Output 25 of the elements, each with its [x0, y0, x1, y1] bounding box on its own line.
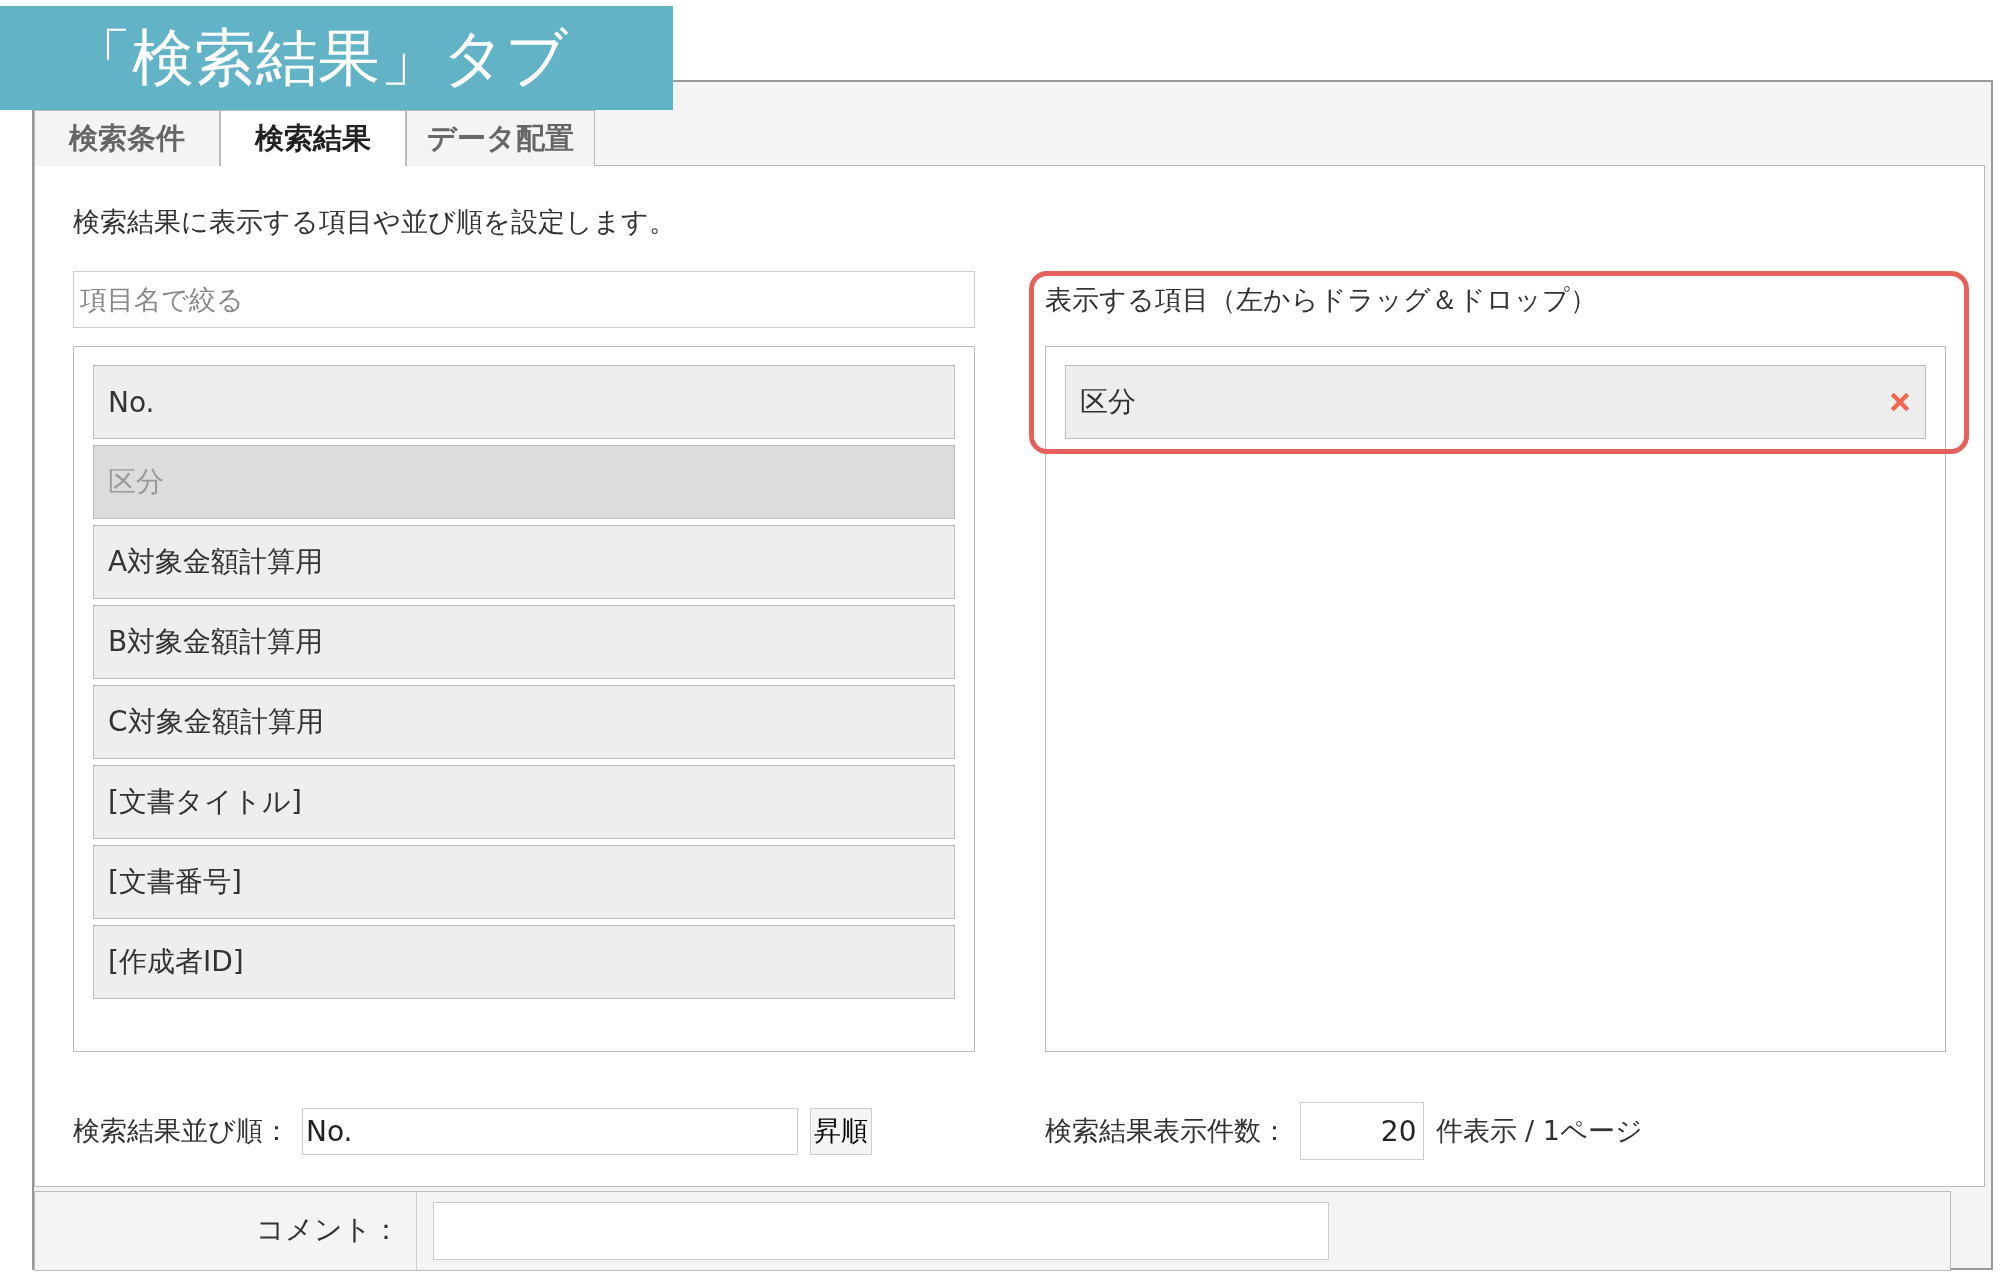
page-size-suffix: 件表示 / 1ページ — [1435, 1114, 1643, 1148]
sort-label: 検索結果並び順： — [73, 1114, 290, 1148]
sort-order-button[interactable]: 昇順 — [810, 1107, 872, 1155]
list-item[interactable]: [作成者ID] — [93, 925, 955, 999]
remove-icon[interactable] — [1889, 391, 1911, 413]
list-item[interactable]: [文書タイトル] — [93, 765, 955, 839]
comment-label: コメント： — [35, 1192, 417, 1270]
list-item[interactable]: B対象金額計算用 — [93, 605, 955, 679]
tab[interactable]: 検索条件 — [34, 110, 220, 166]
list-item[interactable]: 区分 — [1064, 365, 1926, 439]
page-size-label: 検索結果表示件数： — [1044, 1114, 1288, 1148]
list-item[interactable]: [文書番号] — [93, 845, 955, 919]
list-item[interactable]: C対象金額計算用 — [93, 685, 955, 759]
tab[interactable]: 検索結果 — [220, 110, 406, 166]
filter-input[interactable]: 項目名で絞る — [73, 271, 975, 328]
comment-field[interactable] — [433, 1202, 1329, 1260]
section-label: 表示する項目（左からドラッグ＆ドロップ） — [1044, 283, 1598, 317]
list-item[interactable]: No. — [93, 365, 955, 439]
list-item[interactable]: A対象金額計算用 — [93, 525, 955, 599]
banner-title: 「検索結果」タブ — [0, 6, 673, 110]
sort-field[interactable]: No. — [302, 1107, 798, 1155]
tab[interactable]: データ配置 — [406, 110, 595, 166]
page-size-field[interactable]: 20 — [1299, 1102, 1424, 1160]
item-label: 区分 — [1079, 384, 1136, 420]
description-text: 検索結果に表示する項目や並び順を設定します。 — [73, 205, 677, 239]
